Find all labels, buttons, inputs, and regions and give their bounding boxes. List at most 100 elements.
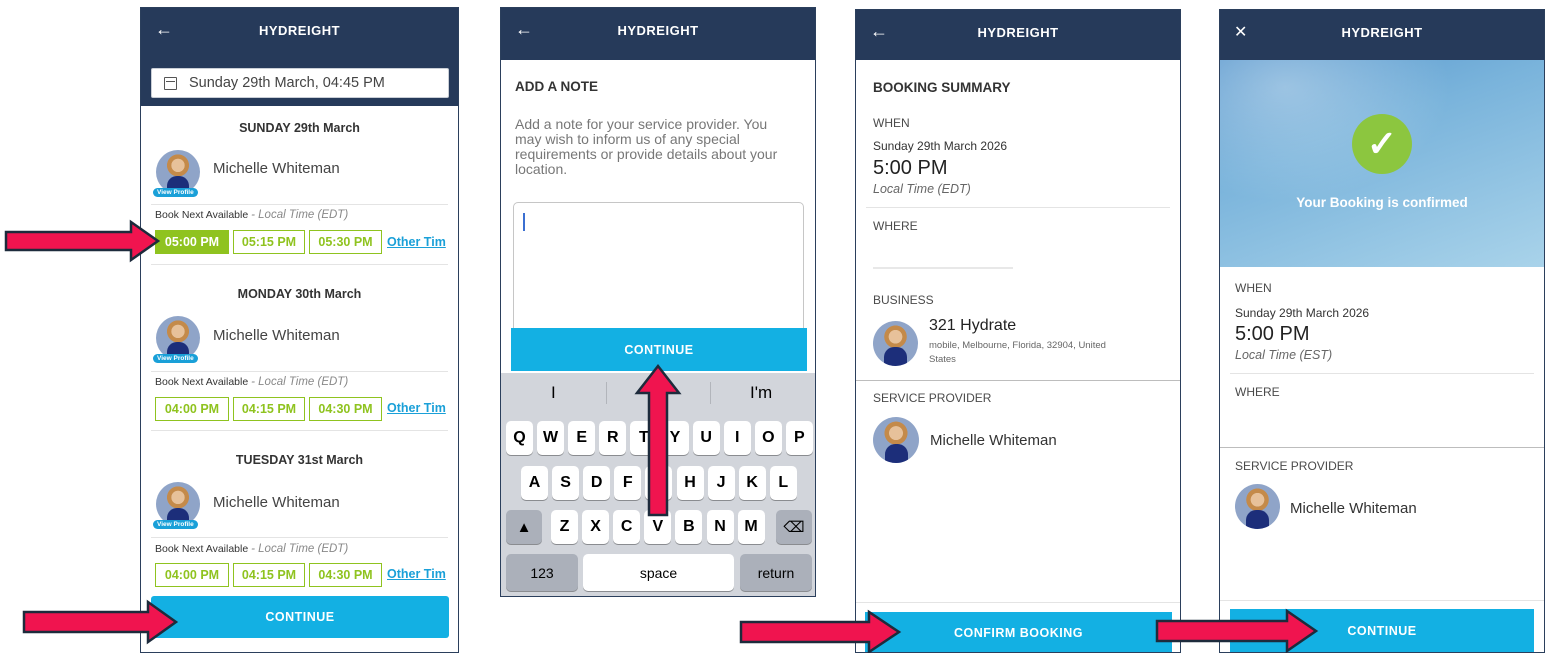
time-slot-0500[interactable]: 05:00 PM <box>155 230 229 254</box>
continue-button[interactable]: CONTINUE <box>1230 609 1534 652</box>
where-label: WHERE <box>1235 385 1280 399</box>
key-h[interactable]: H <box>676 466 704 500</box>
key-c[interactable]: C <box>613 510 641 544</box>
key-n[interactable]: N <box>706 510 734 544</box>
other-times-link[interactable]: Other Tim <box>387 401 446 415</box>
service-provider-label: SERVICE PROVIDER <box>873 391 992 405</box>
key-y[interactable]: Y <box>661 421 689 455</box>
text-cursor <box>523 213 525 231</box>
header-bar: ← HYDREIGHT <box>501 8 815 60</box>
day-heading: SUNDAY 29th March <box>239 121 360 135</box>
time-slot-0515[interactable]: 05:15 PM <box>233 230 305 254</box>
key-w[interactable]: W <box>537 421 565 455</box>
key-x[interactable]: X <box>582 510 610 544</box>
key-r[interactable]: R <box>599 421 627 455</box>
key-j[interactable]: J <box>707 466 735 500</box>
key-b[interactable]: B <box>675 510 703 544</box>
book-next-label: Book Next Available - Local Time (EDT) <box>155 376 348 388</box>
key-z[interactable]: Z <box>551 510 578 544</box>
time-slot-0530[interactable]: 05:30 PM <box>309 230 382 254</box>
key-l[interactable]: L <box>769 466 797 500</box>
when-time: 5:00 PM <box>873 157 948 179</box>
key-i[interactable]: I <box>723 421 751 455</box>
provider-name: Michelle Whiteman <box>213 494 340 511</box>
key-t[interactable]: T <box>630 421 658 455</box>
return-key[interactable]: return <box>740 554 812 591</box>
app-logo: HYDREIGHT <box>258 23 341 38</box>
provider-name: Michelle Whiteman <box>1290 500 1417 517</box>
avatar <box>873 417 919 463</box>
business-address: mobile, Melbourne, Florida, 32904, Unite… <box>929 340 1106 365</box>
suggestion-3[interactable]: I'm <box>750 383 772 403</box>
key-k[interactable]: K <box>738 466 766 500</box>
date-field-text: Sunday 29th March, 04:45 PM <box>189 75 385 91</box>
continue-button[interactable]: CONTINUE <box>511 328 807 371</box>
time-slot-0415[interactable]: 04:15 PM <box>233 563 305 587</box>
view-profile-badge[interactable]: View Profile <box>153 520 198 529</box>
time-slot-0430[interactable]: 04:30 PM <box>309 563 382 587</box>
key-d[interactable]: D <box>583 466 611 500</box>
numbers-key[interactable]: 123 <box>506 554 578 591</box>
booking-summary-screen: ← HYDREIGHT BOOKING SUMMARY WHEN Sunday … <box>855 9 1181 653</box>
time-selection-screen: ← HYDREIGHT Sunday 29th March, 04:45 PM … <box>140 7 459 653</box>
confirm-booking-button[interactable]: CONFIRM BOOKING <box>865 612 1172 652</box>
date-picker-field[interactable]: Sunday 29th March, 04:45 PM <box>151 68 449 98</box>
time-slot-0430[interactable]: 04:30 PM <box>309 397 382 421</box>
other-times-link[interactable]: Other Tim <box>387 567 446 581</box>
divider <box>1230 373 1534 374</box>
space-key[interactable]: space <box>583 554 734 591</box>
continue-button[interactable]: CONTINUE <box>151 596 449 638</box>
key-v[interactable]: V <box>644 510 672 544</box>
where-label: WHERE <box>873 219 918 233</box>
key-g[interactable]: G <box>645 466 673 500</box>
time-slot-0400[interactable]: 04:00 PM <box>155 397 229 421</box>
key-e[interactable]: E <box>568 421 596 455</box>
divider <box>1220 447 1544 448</box>
when-timezone: Local Time (EST) <box>1235 348 1333 362</box>
provider-name: Michelle Whiteman <box>213 327 340 344</box>
when-time: 5:00 PM <box>1235 323 1310 345</box>
on-screen-keyboard: I I'm QWERTYUIOPASDFGHJKLZXCVBNM ▲ ⌫ 123… <box>501 373 815 596</box>
book-next-label: Book Next Available - Local Time (EDT) <box>155 543 348 555</box>
time-slot-0415[interactable]: 04:15 PM <box>233 397 305 421</box>
service-provider-label: SERVICE PROVIDER <box>1235 459 1354 473</box>
divider <box>151 204 448 205</box>
key-m[interactable]: M <box>737 510 765 544</box>
suggestion-1[interactable]: I <box>551 383 556 403</box>
day-heading: MONDAY 30th March <box>237 287 362 301</box>
when-timezone: Local Time (EDT) <box>873 182 971 196</box>
other-times-link[interactable]: Other Tim <box>387 235 446 249</box>
key-s[interactable]: S <box>552 466 580 500</box>
header-bar: ← HYDREIGHT Sunday 29th March, 04:45 PM <box>141 8 458 106</box>
suggestion-separator <box>710 382 711 404</box>
key-a[interactable]: A <box>521 466 548 500</box>
key-p[interactable]: P <box>785 421 813 455</box>
checkmark-icon: ✓ <box>1352 114 1412 174</box>
delete-key[interactable]: ⌫ <box>776 510 812 544</box>
business-label: BUSINESS <box>873 293 934 307</box>
key-u[interactable]: U <box>692 421 720 455</box>
time-slot-0400[interactable]: 04:00 PM <box>155 563 229 587</box>
book-next-text: Book Next Available <box>155 376 249 388</box>
note-textarea[interactable] <box>513 202 804 342</box>
day-heading: TUESDAY 31st March <box>235 453 364 467</box>
divider <box>151 371 448 372</box>
divider <box>856 602 1180 603</box>
key-o[interactable]: O <box>754 421 782 455</box>
app-logo: HYDREIGHT <box>977 25 1059 40</box>
divider <box>151 430 448 431</box>
calendar-icon <box>164 76 177 90</box>
divider <box>151 264 448 265</box>
view-profile-badge[interactable]: View Profile <box>153 188 198 197</box>
shift-key[interactable]: ▲ <box>506 510 542 544</box>
add-note-screen: ← HYDREIGHT ADD A NOTE Add a note for yo… <box>500 7 816 597</box>
key-f[interactable]: F <box>614 466 642 500</box>
when-label: WHEN <box>1235 281 1272 295</box>
key-q[interactable]: Q <box>506 421 533 455</box>
timezone-text: - Local Time (EDT) <box>251 376 349 388</box>
confirmation-message: Your Booking is confirmed <box>1296 195 1468 210</box>
app-logo: HYDREIGHT <box>1341 25 1423 40</box>
book-next-label: Book Next Available - Local Time (EDT) <box>155 209 348 221</box>
view-profile-badge[interactable]: View Profile <box>153 354 198 363</box>
suggestion-bar: I I'm <box>501 373 815 411</box>
